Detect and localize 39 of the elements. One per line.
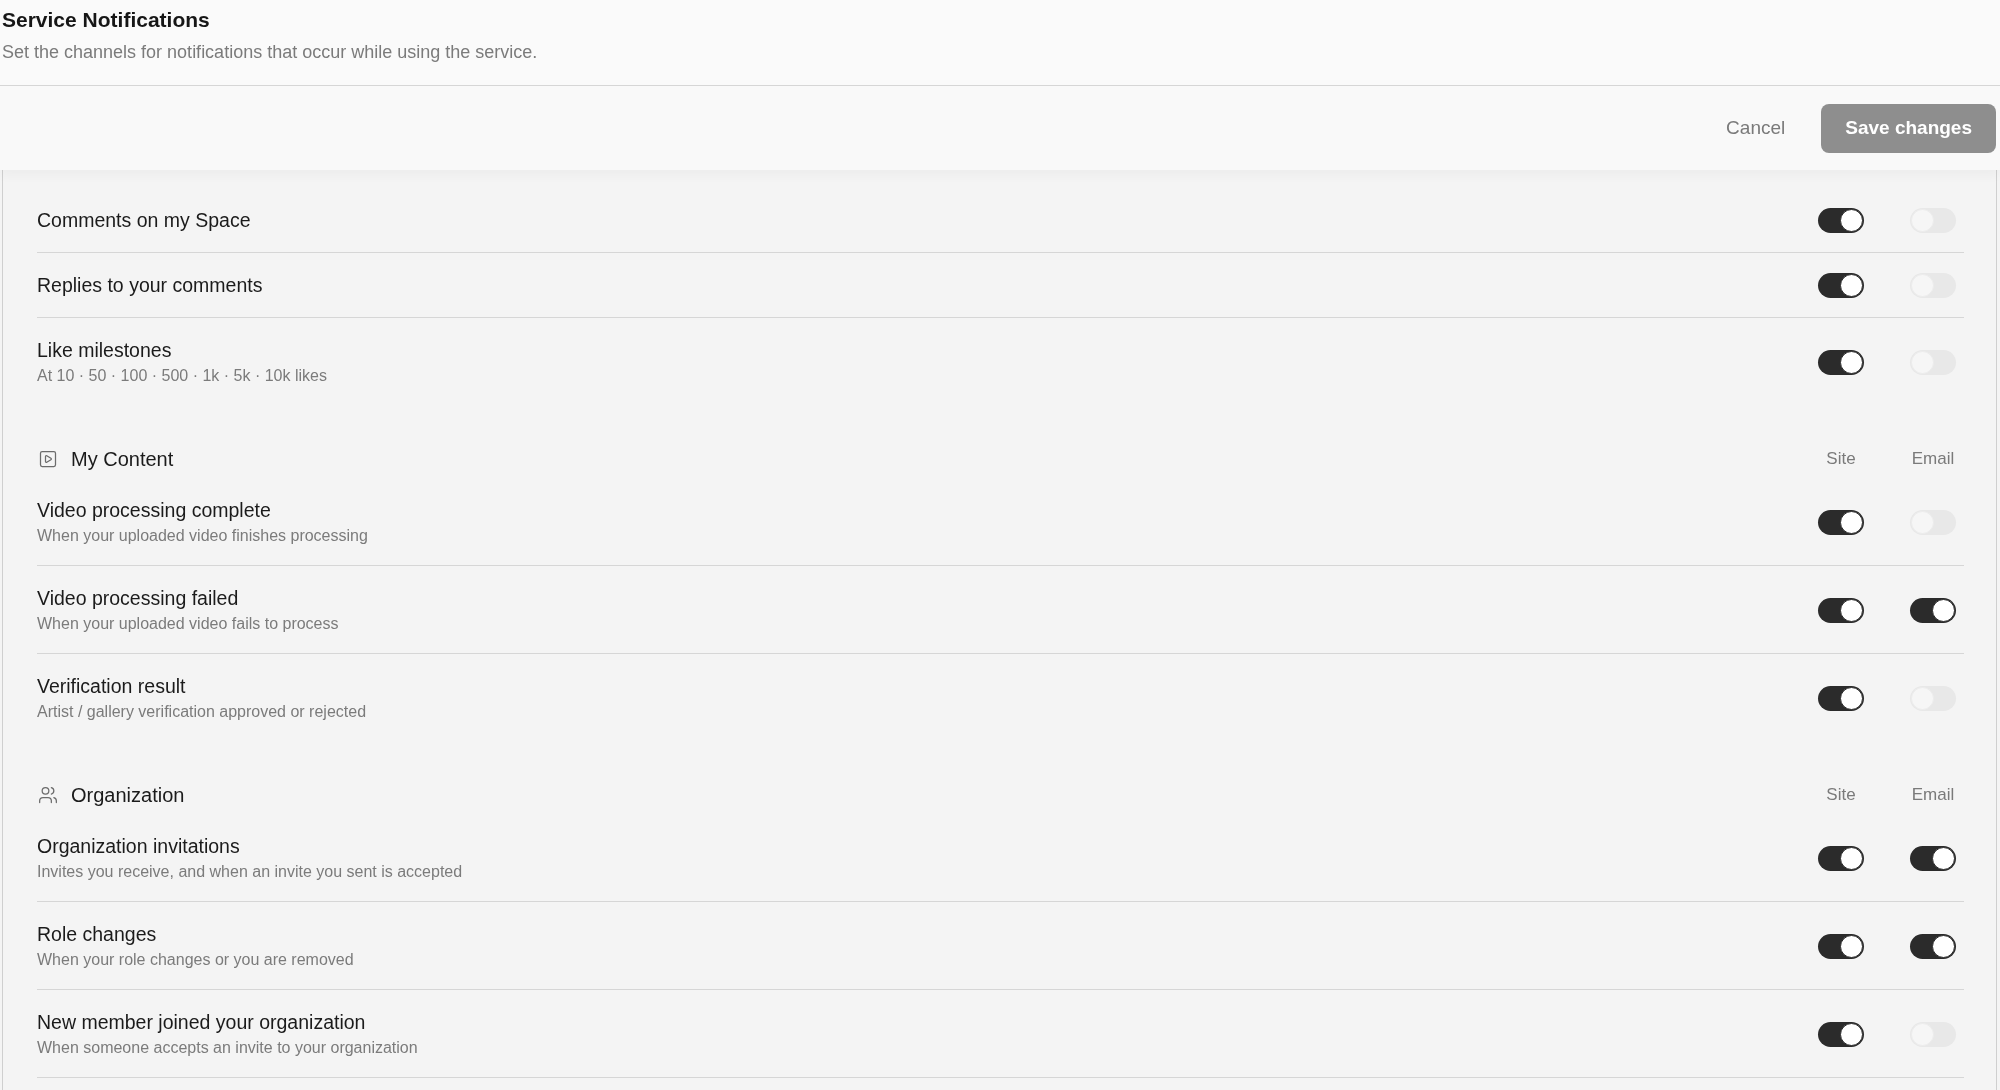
toggle-switch[interactable] [1818, 597, 1864, 623]
people-icon [38, 785, 58, 805]
toggle-switch[interactable] [1818, 349, 1864, 375]
setting-description: When your uploaded video fails to process [37, 614, 339, 634]
setting-title: Like milestones [37, 338, 172, 363]
toggle-switch[interactable] [1910, 933, 1956, 959]
setting-title: Replies to your comments [37, 273, 263, 298]
page-title: Service Notifications [2, 7, 210, 33]
toggle-switch[interactable] [1910, 845, 1956, 871]
page-subtitle: Set the channels for notifications that occur while using the service. [2, 41, 538, 64]
play-square-icon [38, 449, 58, 469]
setting-description: Invites you receive, and when an invite you sent is accepted [37, 862, 463, 882]
setting-title: Video processing complete [37, 498, 271, 523]
toggle-switch[interactable] [1818, 207, 1864, 233]
setting-title: Role changes [37, 922, 157, 947]
setting-description: When someone accepts an invite to your organization [37, 1038, 418, 1058]
column-header: Site [1825, 784, 1857, 806]
toggle-switch[interactable] [1818, 933, 1864, 959]
setting-title: New member joined your organization [37, 1010, 366, 1035]
cancel-button[interactable]: Cancel [1724, 113, 1788, 143]
column-header: Site [1825, 448, 1857, 470]
section-title: Organization [71, 783, 185, 808]
toggle-switch[interactable] [1818, 509, 1864, 535]
setting-description: When your role changes or you are removed [37, 950, 354, 970]
setting-description: Artist / gallery verification approved or rejected [37, 702, 367, 722]
section-title: My Content [71, 447, 174, 472]
toggle-switch[interactable] [1818, 272, 1864, 298]
toggle-switch[interactable] [1910, 597, 1956, 623]
setting-title: Verification result [37, 674, 186, 699]
toggle-switch[interactable] [1818, 685, 1864, 711]
toggle-switch[interactable] [1818, 845, 1864, 871]
column-header: Email [1910, 784, 1956, 806]
toggle-switch[interactable] [1818, 1021, 1864, 1047]
column-header: Email [1910, 448, 1956, 470]
setting-description: At 10 · 50 · 100 · 500 · 1k · 5k · 10k likes [37, 366, 327, 386]
setting-title: Video processing failed [37, 586, 239, 611]
setting-description: When your uploaded video finishes processing [37, 526, 368, 546]
setting-title: Comments on my Space [37, 208, 251, 233]
setting-title: Organization invitations [37, 834, 240, 859]
